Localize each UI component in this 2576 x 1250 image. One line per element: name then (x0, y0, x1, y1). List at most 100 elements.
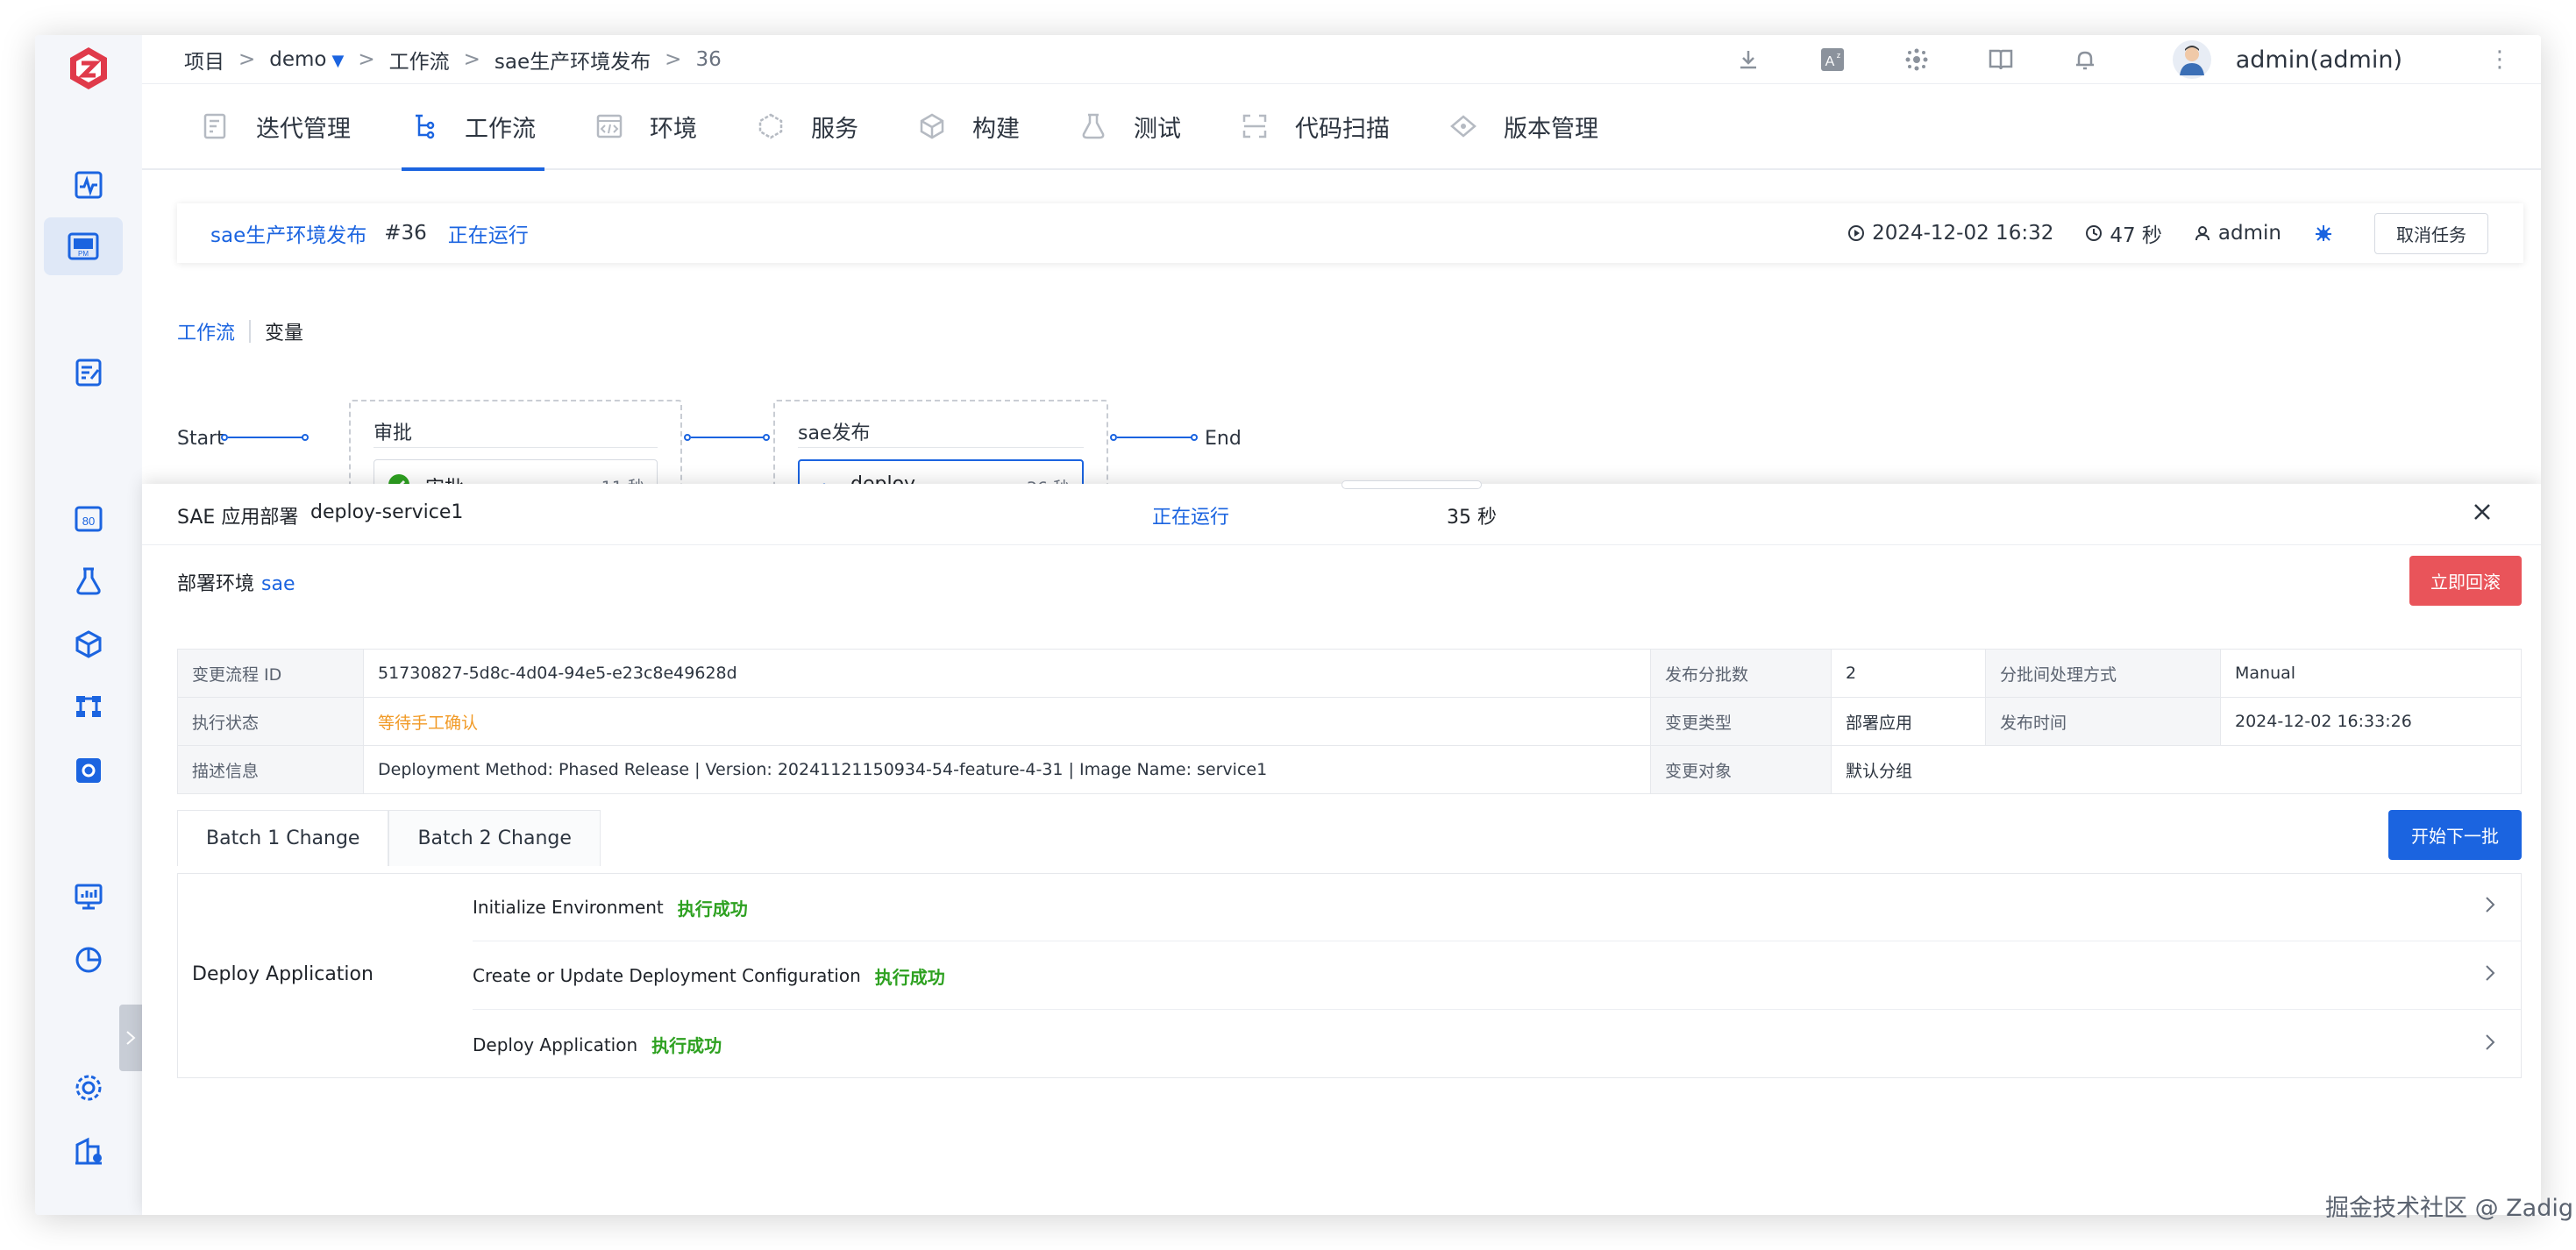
tab-batch-2[interactable]: Batch 2 Change (388, 810, 601, 866)
scan-icon (1241, 112, 1269, 140)
svg-text:PM: PM (78, 250, 89, 258)
close-icon[interactable] (2473, 498, 2492, 529)
dashboard-icon[interactable] (67, 163, 110, 207)
translate-icon[interactable]: Az (1817, 44, 1848, 75)
breadcrumb-workflows[interactable]: 工作流 (389, 45, 450, 75)
avatar[interactable] (2172, 40, 2211, 79)
view-subtabs: 工作流 变量 (177, 317, 303, 345)
stage-title: 审批 (374, 423, 413, 444)
tab-iteration[interactable]: 迭代管理 (193, 83, 359, 169)
connector-dot (763, 434, 770, 441)
task-header: sae生产环境发布 #36 正在运行 2024-12-02 16:32 47 秒… (177, 203, 2523, 263)
chevron-right-icon[interactable] (2484, 894, 2496, 920)
breadcrumb-projects[interactable]: 项目 (184, 45, 224, 75)
tab-test[interactable]: 测试 (1071, 83, 1190, 169)
task-workflow-name[interactable]: sae生产环境发布 (210, 218, 366, 248)
task-meta: 2024-12-02 16:32 47 秒 admin 取消任务 (1816, 203, 2488, 263)
step-name: Initialize Environment (473, 897, 664, 918)
tab-version[interactable]: 版本管理 (1441, 83, 1607, 169)
step-status: 执行成功 (874, 966, 945, 988)
analytics-icon[interactable] (67, 938, 110, 982)
play-circle-icon (1848, 225, 1865, 241)
drawer-job-type: SAE 应用部署 (177, 507, 299, 529)
connector-dot (1110, 434, 1117, 441)
tab-build[interactable]: 构建 (909, 83, 1028, 169)
task-duration: 47 秒 (2085, 218, 2162, 248)
version-icon (1449, 112, 1477, 140)
chevron-right-icon[interactable] (2484, 962, 2496, 989)
start-time-text: 2024-12-02 16:32 (1872, 222, 2054, 245)
step-row[interactable]: Initialize Environment 执行成功 (473, 874, 2521, 941)
batch-mode-value: Manual (2220, 649, 2522, 698)
connector-line (228, 437, 305, 438)
enterprise-icon[interactable] (67, 1129, 110, 1173)
tab-label: 测试 (1134, 115, 1181, 143)
environment-icon (595, 112, 623, 140)
app-window: PM 80 项目 > demo ▼ > 工作流 > sae生产环境发布 > 36… (35, 35, 2541, 1215)
start-next-batch-button[interactable]: 开始下一批 (2388, 810, 2522, 860)
system-settings-icon[interactable] (67, 1066, 110, 1110)
step-name: Create or Update Deployment Configuratio… (473, 965, 861, 986)
release-plan-icon[interactable] (67, 351, 110, 394)
tab-label: 服务 (811, 115, 858, 143)
task-number: #36 (384, 222, 427, 245)
pipeline-module-icon[interactable] (67, 685, 110, 728)
info-key: 发布分批数 (1650, 649, 1832, 698)
description-value: Deployment Method: Phased Release | Vers… (363, 745, 1651, 794)
connector-line (691, 437, 766, 438)
rollback-button[interactable]: 立即回滚 (2409, 556, 2522, 606)
tab-label: 迭代管理 (256, 115, 351, 143)
connector-dot (302, 434, 309, 441)
step-row[interactable]: Deploy Application 执行成功 (473, 1011, 2521, 1078)
info-key: 发布时间 (1985, 697, 2221, 746)
chevron-right-icon[interactable] (2484, 1032, 2496, 1058)
subtab-variables[interactable]: 变量 (265, 317, 303, 345)
exec-status-value: 等待手工确认 (363, 697, 1651, 746)
artifact-module-icon[interactable] (67, 622, 110, 666)
subtab-workflow[interactable]: 工作流 (177, 317, 235, 345)
flow-start-label: Start (177, 428, 224, 450)
flow-end-label: End (1205, 428, 1242, 450)
tab-label: 工作流 (465, 115, 536, 143)
watermark: 掘金技术社区 @ Zadig (2325, 1195, 2573, 1222)
breadcrumb-workflow-name[interactable]: sae生产环境发布 (495, 45, 651, 75)
info-key: 描述信息 (177, 745, 364, 794)
test-module-icon[interactable] (67, 559, 110, 603)
zadig-logo-icon[interactable] (64, 44, 113, 93)
creator-text: admin (2217, 222, 2281, 245)
docs-icon[interactable] (1985, 44, 2017, 75)
cancel-task-button[interactable]: 取消任务 (2374, 212, 2488, 254)
bell-icon[interactable] (2069, 44, 2101, 75)
tab-batch-1[interactable]: Batch 1 Change (177, 810, 389, 866)
settings-module-icon[interactable] (67, 749, 110, 792)
step-row[interactable]: Create or Update Deployment Configuratio… (473, 942, 2521, 1010)
project-management-icon[interactable]: PM (44, 217, 123, 275)
table-row: 变更流程 ID 51730827-5d8c-4d04-94e5-e23c8e49… (177, 649, 2522, 698)
tab-service[interactable]: 服务 (748, 83, 867, 169)
tab-workflow[interactable]: 工作流 (402, 83, 544, 171)
info-key: 分批间处理方式 (1985, 649, 2221, 698)
drawer-elapsed: 35 秒 (1447, 507, 1497, 529)
info-key: 变更类型 (1650, 697, 1832, 746)
test-icon (1079, 112, 1107, 140)
more-vertical-icon[interactable]: ⋮ (2488, 46, 2511, 73)
info-key: 变更对象 (1650, 745, 1832, 794)
table-row: 描述信息 Deployment Method: Phased Release |… (177, 745, 2522, 794)
env-value[interactable]: sae (261, 573, 295, 595)
download-icon[interactable] (1733, 44, 1764, 75)
user-name[interactable]: admin(admin) (2236, 46, 2402, 74)
build-module-icon[interactable]: 80 (67, 497, 110, 541)
breadcrumb-project-select[interactable]: demo ▼ (269, 48, 344, 71)
env-label: 部署环境 (177, 573, 255, 595)
tab-code-scan[interactable]: 代码扫描 (1232, 83, 1398, 169)
breadcrumb-separator: > (238, 47, 256, 71)
tab-environment[interactable]: 环境 (587, 83, 706, 169)
debug-icon[interactable] (2313, 223, 2341, 244)
monitor-icon[interactable] (67, 875, 110, 919)
step-status: 执行成功 (677, 898, 748, 920)
collapse-sidebar-button[interactable] (119, 1005, 142, 1071)
plugin-icon[interactable] (1901, 44, 1932, 75)
duration-text: 47 秒 (2110, 224, 2162, 247)
info-key: 执行状态 (177, 697, 364, 746)
info-key: 变更流程 ID (177, 649, 364, 698)
